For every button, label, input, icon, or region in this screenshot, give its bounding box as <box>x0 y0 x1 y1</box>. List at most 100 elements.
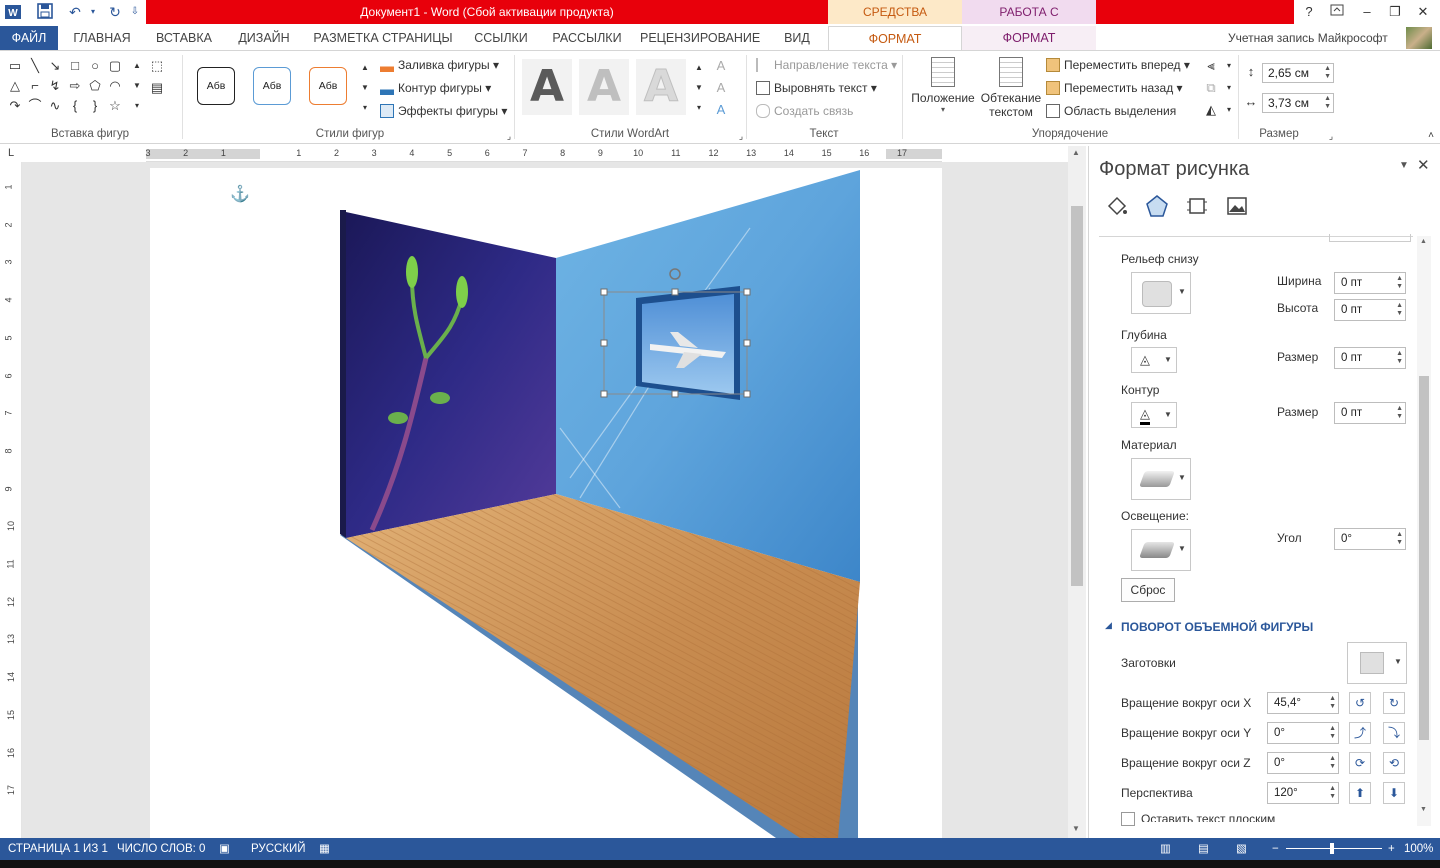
position-button[interactable]: Положение ▾ <box>908 55 978 125</box>
account-name[interactable]: Учетная запись Майкрософт <box>1228 26 1388 50</box>
lighting-gallery[interactable]: ▼ <box>1131 529 1191 571</box>
word-icon[interactable]: W <box>4 3 22 21</box>
wordart-style-2[interactable]: A <box>579 59 629 115</box>
styles-scroll-up-icon[interactable]: ▲ <box>356 59 374 77</box>
wordart-more-icon[interactable]: ▾ <box>690 99 708 117</box>
zoom-in-button[interactable]: + <box>1388 838 1395 860</box>
group-objects-icon[interactable]: ⧉ <box>1202 79 1220 97</box>
rotate-objects-icon[interactable]: ◭ <box>1202 101 1220 119</box>
arrow-line-shape-icon[interactable]: ↘ <box>46 57 64 75</box>
read-mode-icon[interactable]: ▥ <box>1160 838 1171 860</box>
line-shape-icon[interactable]: ╲ <box>26 57 44 75</box>
shape-outline-button[interactable]: Контур фигуры ▾ <box>380 78 491 98</box>
rotate-up-icon[interactable]: ⤴ <box>1349 722 1371 744</box>
macro-icon[interactable]: ▦ <box>319 838 330 860</box>
zoom-slider-thumb[interactable] <box>1330 843 1334 854</box>
tab-references[interactable]: ССЫЛКИ <box>468 26 534 50</box>
page-count[interactable]: СТРАНИЦА 1 ИЗ 1 <box>8 838 108 860</box>
triangle-shape-icon[interactable]: △ <box>6 77 24 95</box>
perspective-decrease-icon[interactable]: ⬇ <box>1383 782 1405 804</box>
bevel-bottom-gallery[interactable]: ▼ <box>1131 272 1191 314</box>
rotate-down-icon[interactable]: ⤵ <box>1383 722 1405 744</box>
perspective-increase-icon[interactable]: ⬆ <box>1349 782 1371 804</box>
pane-scroll-up-icon[interactable]: ▲ <box>1420 238 1427 245</box>
avatar[interactable] <box>1406 27 1432 49</box>
text-direction-button[interactable]: Направление текста ▾ <box>756 55 897 75</box>
rectangle-shape-icon[interactable]: ▭ <box>6 57 24 75</box>
oval-shape-icon[interactable]: ○ <box>86 57 104 75</box>
right-arrow-shape-icon[interactable]: ⇨ <box>66 77 84 95</box>
shapes-more-icon[interactable]: ▾ <box>128 97 146 115</box>
pane-close-icon[interactable]: ✕ <box>1417 156 1430 174</box>
pentagon-shape-icon[interactable]: ⬠ <box>86 77 104 95</box>
selection-pane-button[interactable]: Область выделения <box>1046 101 1176 121</box>
customize-qat-icon[interactable]: ⇩ <box>126 3 144 21</box>
rotate-right-icon[interactable]: ↻ <box>1383 692 1405 714</box>
language[interactable]: РУССКИЙ <box>251 838 306 860</box>
document-scrollbar[interactable]: ▲ ▼ <box>1068 146 1086 838</box>
save-icon[interactable] <box>36 3 54 21</box>
collapse-ribbon-icon[interactable]: ˄ <box>1422 127 1440 145</box>
rotation-section-header[interactable]: ПОВОРОТ ОБЪЕМНОЙ ФИГУРЫ <box>1121 620 1313 634</box>
edit-shape-icon[interactable]: ⬚ <box>148 57 166 75</box>
shape-style-orange[interactable]: Абв <box>309 67 347 105</box>
shape-height-input[interactable]: 2,65 см ▲ ▼ <box>1262 63 1334 83</box>
wordart-style-1[interactable]: A <box>522 59 572 115</box>
word-count[interactable]: ЧИСЛО СЛОВ: 0 <box>117 838 205 860</box>
layout-properties-tab-icon[interactable] <box>1185 194 1209 218</box>
room-3d-illustration[interactable] <box>150 168 942 838</box>
pane-options-icon[interactable]: ▼ <box>1399 160 1409 171</box>
wordart-scroll-up-icon[interactable]: ▲ <box>690 59 708 77</box>
tab-view[interactable]: ВИД <box>772 26 822 50</box>
shape-styles-launcher-icon[interactable]: ⌟ <box>500 127 518 145</box>
text-box-icon[interactable]: ▤ <box>148 79 166 97</box>
group-dropdown-icon[interactable]: ▾ <box>1220 79 1238 97</box>
elbow-connector-icon[interactable]: ⌐ <box>26 77 44 95</box>
bring-forward-button[interactable]: Переместить вперед ▾ <box>1046 55 1190 75</box>
rotate-left-icon[interactable]: ↺ <box>1349 692 1371 714</box>
reset-button[interactable]: Сброс <box>1121 578 1175 602</box>
styles-more-icon[interactable]: ▾ <box>356 99 374 117</box>
align-dropdown-icon[interactable]: ▾ <box>1220 57 1238 75</box>
undo-dropdown-icon[interactable]: ▾ <box>84 3 102 21</box>
close-icon[interactable]: ✕ <box>1412 2 1434 22</box>
print-layout-icon[interactable]: ▤ <box>1198 838 1209 860</box>
create-link-button[interactable]: Создать связь <box>756 101 853 121</box>
shape-effects-button[interactable]: Эффекты фигуры ▾ <box>380 101 507 121</box>
tab-format-drawing[interactable]: ФОРМАТ <box>828 26 962 50</box>
bevel-height-input[interactable]: 0 пт ▲ ▼ <box>1334 299 1406 321</box>
shape-fill-button[interactable]: Заливка фигуры ▾ <box>380 55 499 75</box>
vertical-ruler[interactable]: 1 2 3 4 5 6 7 8 9 10 11 12 13 14 15 16 17 <box>0 162 22 838</box>
effects-tab-icon[interactable] <box>1145 194 1169 218</box>
freeform-shape-icon[interactable]: ∿ <box>46 97 64 115</box>
tab-selector[interactable]: L <box>0 144 22 162</box>
zoom-level[interactable]: 100% <box>1404 838 1433 860</box>
text-outline-icon[interactable]: A <box>712 79 730 97</box>
scroll-thumb[interactable] <box>1071 206 1083 586</box>
proofing-icon[interactable]: ▣ <box>219 838 230 860</box>
horizontal-ruler[interactable]: 3 2 1 1 2 3 4 5 6 7 8 9 10 11 12 13 14 15 16 17 <box>145 146 942 162</box>
scroll-up-icon[interactable]: ▲ <box>1072 148 1080 157</box>
web-layout-icon[interactable]: ▧ <box>1236 838 1247 860</box>
align-text-button[interactable]: Выровнять текст ▾ <box>756 78 877 98</box>
arc-shape-icon[interactable]: ⌒ <box>26 97 44 115</box>
undo-icon[interactable]: ↶ <box>66 3 84 21</box>
rotate-clockwise-icon[interactable]: ⟳ <box>1349 752 1371 774</box>
perspective-input[interactable]: 120° ▲ ▼ <box>1267 782 1339 804</box>
pane-scroll-down-icon[interactable]: ▼ <box>1420 806 1427 813</box>
tab-home[interactable]: ГЛАВНАЯ <box>66 26 138 50</box>
shapes-scroll-up-icon[interactable]: ▲ <box>128 57 146 75</box>
x-rotation-input[interactable]: 45,4° ▲ ▼ <box>1267 692 1339 714</box>
contour-size-input[interactable]: 0 пт ▲ ▼ <box>1334 402 1406 424</box>
callout-shape-icon[interactable]: ◠ <box>106 77 124 95</box>
restore-icon[interactable]: ❐ <box>1384 2 1406 22</box>
pane-scroll-thumb[interactable] <box>1419 376 1429 740</box>
help-button[interactable]: ? <box>1298 2 1320 22</box>
tab-file[interactable]: ФАЙЛ <box>0 26 58 50</box>
minimize-icon[interactable]: – <box>1356 2 1378 22</box>
zoom-slider[interactable] <box>1286 843 1382 854</box>
tab-mailings[interactable]: РАССЫЛКИ <box>544 26 630 50</box>
connector-icon[interactable]: ↯ <box>46 77 64 95</box>
contour-color-button[interactable]: ◬ ▼ <box>1131 402 1177 428</box>
angle-input[interactable]: 0° ▲ ▼ <box>1334 528 1406 550</box>
